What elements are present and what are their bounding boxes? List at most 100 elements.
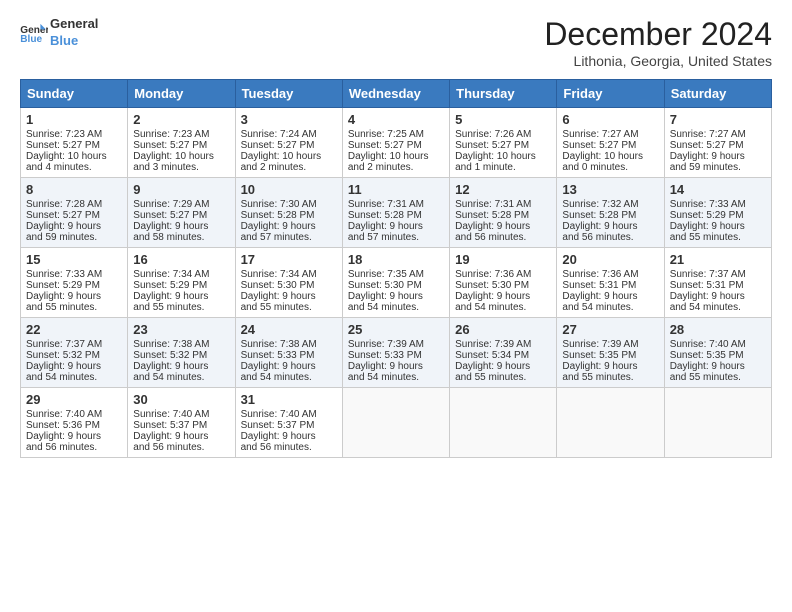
- calendar-cell: 11Sunrise: 7:31 AMSunset: 5:28 PMDayligh…: [342, 178, 449, 248]
- weekday-sunday: Sunday: [21, 80, 128, 108]
- day-info-line: Sunrise: 7:31 AM: [455, 199, 551, 210]
- day-info-line: Sunrise: 7:34 AM: [241, 269, 337, 280]
- day-number: 13: [562, 182, 658, 197]
- day-number: 5: [455, 112, 551, 127]
- week-row-5: 29Sunrise: 7:40 AMSunset: 5:36 PMDayligh…: [21, 388, 772, 458]
- calendar-table: SundayMondayTuesdayWednesdayThursdayFrid…: [20, 79, 772, 458]
- logo-blue: Blue: [50, 33, 98, 50]
- day-info-line: Daylight: 9 hours: [241, 431, 337, 442]
- day-info-line: Sunset: 5:32 PM: [26, 350, 122, 361]
- day-info-line: and 56 minutes.: [455, 232, 551, 243]
- day-number: 15: [26, 252, 122, 267]
- day-info-line: Daylight: 9 hours: [348, 291, 444, 302]
- day-info-line: and 56 minutes.: [133, 442, 229, 453]
- day-info-line: Sunset: 5:33 PM: [348, 350, 444, 361]
- day-info-line: Sunset: 5:33 PM: [241, 350, 337, 361]
- day-info-line: and 54 minutes.: [241, 372, 337, 383]
- day-info-line: Daylight: 9 hours: [26, 221, 122, 232]
- calendar-cell: [450, 388, 557, 458]
- day-info-line: and 55 minutes.: [133, 302, 229, 313]
- day-number: 22: [26, 322, 122, 337]
- day-info-line: and 54 minutes.: [133, 372, 229, 383]
- day-info-line: and 55 minutes.: [241, 302, 337, 313]
- calendar-cell: 30Sunrise: 7:40 AMSunset: 5:37 PMDayligh…: [128, 388, 235, 458]
- calendar-cell: 13Sunrise: 7:32 AMSunset: 5:28 PMDayligh…: [557, 178, 664, 248]
- calendar-cell: 24Sunrise: 7:38 AMSunset: 5:33 PMDayligh…: [235, 318, 342, 388]
- day-info-line: Sunset: 5:27 PM: [133, 140, 229, 151]
- week-row-2: 8Sunrise: 7:28 AMSunset: 5:27 PMDaylight…: [21, 178, 772, 248]
- day-info-line: Sunrise: 7:25 AM: [348, 129, 444, 140]
- day-info-line: Sunrise: 7:32 AM: [562, 199, 658, 210]
- logo-general: General: [50, 16, 98, 33]
- day-info-line: Daylight: 9 hours: [670, 291, 766, 302]
- weekday-friday: Friday: [557, 80, 664, 108]
- day-info-line: Sunrise: 7:37 AM: [670, 269, 766, 280]
- week-row-4: 22Sunrise: 7:37 AMSunset: 5:32 PMDayligh…: [21, 318, 772, 388]
- day-info-line: Sunset: 5:27 PM: [348, 140, 444, 151]
- day-info-line: and 0 minutes.: [562, 162, 658, 173]
- day-info-line: and 56 minutes.: [562, 232, 658, 243]
- day-info-line: Daylight: 10 hours: [455, 151, 551, 162]
- day-info-line: and 54 minutes.: [348, 302, 444, 313]
- day-info-line: and 4 minutes.: [26, 162, 122, 173]
- day-info-line: Sunrise: 7:23 AM: [26, 129, 122, 140]
- day-info-line: and 55 minutes.: [455, 372, 551, 383]
- day-info-line: Sunset: 5:27 PM: [562, 140, 658, 151]
- day-info-line: Sunset: 5:27 PM: [670, 140, 766, 151]
- calendar-cell: 22Sunrise: 7:37 AMSunset: 5:32 PMDayligh…: [21, 318, 128, 388]
- weekday-monday: Monday: [128, 80, 235, 108]
- day-info-line: and 56 minutes.: [26, 442, 122, 453]
- calendar-subtitle: Lithonia, Georgia, United States: [544, 53, 772, 69]
- weekday-saturday: Saturday: [664, 80, 771, 108]
- day-info-line: Sunrise: 7:26 AM: [455, 129, 551, 140]
- day-info-line: Sunset: 5:29 PM: [133, 280, 229, 291]
- day-info-line: Sunrise: 7:28 AM: [26, 199, 122, 210]
- day-info-line: Daylight: 9 hours: [562, 291, 658, 302]
- calendar-cell: 19Sunrise: 7:36 AMSunset: 5:30 PMDayligh…: [450, 248, 557, 318]
- calendar-cell: [342, 388, 449, 458]
- day-info-line: Sunrise: 7:40 AM: [133, 409, 229, 420]
- day-number: 1: [26, 112, 122, 127]
- day-info-line: and 59 minutes.: [26, 232, 122, 243]
- day-info-line: and 55 minutes.: [26, 302, 122, 313]
- day-info-line: Daylight: 9 hours: [133, 221, 229, 232]
- day-number: 17: [241, 252, 337, 267]
- logo: General Blue General Blue: [20, 16, 98, 50]
- day-info-line: Sunset: 5:31 PM: [562, 280, 658, 291]
- weekday-header-row: SundayMondayTuesdayWednesdayThursdayFrid…: [21, 80, 772, 108]
- day-info-line: Sunset: 5:28 PM: [241, 210, 337, 221]
- day-number: 25: [348, 322, 444, 337]
- day-number: 20: [562, 252, 658, 267]
- calendar-cell: 16Sunrise: 7:34 AMSunset: 5:29 PMDayligh…: [128, 248, 235, 318]
- day-number: 30: [133, 392, 229, 407]
- day-info-line: Daylight: 9 hours: [241, 221, 337, 232]
- day-info-line: Daylight: 9 hours: [455, 361, 551, 372]
- day-number: 19: [455, 252, 551, 267]
- calendar-cell: 9Sunrise: 7:29 AMSunset: 5:27 PMDaylight…: [128, 178, 235, 248]
- day-info-line: and 55 minutes.: [562, 372, 658, 383]
- day-info-line: Sunrise: 7:40 AM: [26, 409, 122, 420]
- day-info-line: and 55 minutes.: [670, 372, 766, 383]
- day-number: 18: [348, 252, 444, 267]
- calendar-cell: 18Sunrise: 7:35 AMSunset: 5:30 PMDayligh…: [342, 248, 449, 318]
- day-info-line: and 54 minutes.: [562, 302, 658, 313]
- calendar-cell: 26Sunrise: 7:39 AMSunset: 5:34 PMDayligh…: [450, 318, 557, 388]
- day-info-line: and 54 minutes.: [670, 302, 766, 313]
- day-info-line: Sunset: 5:37 PM: [133, 420, 229, 431]
- calendar-cell: 23Sunrise: 7:38 AMSunset: 5:32 PMDayligh…: [128, 318, 235, 388]
- day-info-line: Daylight: 9 hours: [348, 361, 444, 372]
- day-info-line: and 55 minutes.: [670, 232, 766, 243]
- day-info-line: and 2 minutes.: [348, 162, 444, 173]
- day-info-line: Daylight: 9 hours: [562, 221, 658, 232]
- calendar-cell: 3Sunrise: 7:24 AMSunset: 5:27 PMDaylight…: [235, 108, 342, 178]
- day-info-line: Sunrise: 7:31 AM: [348, 199, 444, 210]
- day-info-line: Sunset: 5:29 PM: [26, 280, 122, 291]
- day-info-line: Daylight: 9 hours: [241, 291, 337, 302]
- calendar-cell: 21Sunrise: 7:37 AMSunset: 5:31 PMDayligh…: [664, 248, 771, 318]
- calendar-cell: 28Sunrise: 7:40 AMSunset: 5:35 PMDayligh…: [664, 318, 771, 388]
- day-number: 27: [562, 322, 658, 337]
- calendar-cell: 6Sunrise: 7:27 AMSunset: 5:27 PMDaylight…: [557, 108, 664, 178]
- weekday-thursday: Thursday: [450, 80, 557, 108]
- day-info-line: Sunrise: 7:30 AM: [241, 199, 337, 210]
- calendar-cell: 1Sunrise: 7:23 AMSunset: 5:27 PMDaylight…: [21, 108, 128, 178]
